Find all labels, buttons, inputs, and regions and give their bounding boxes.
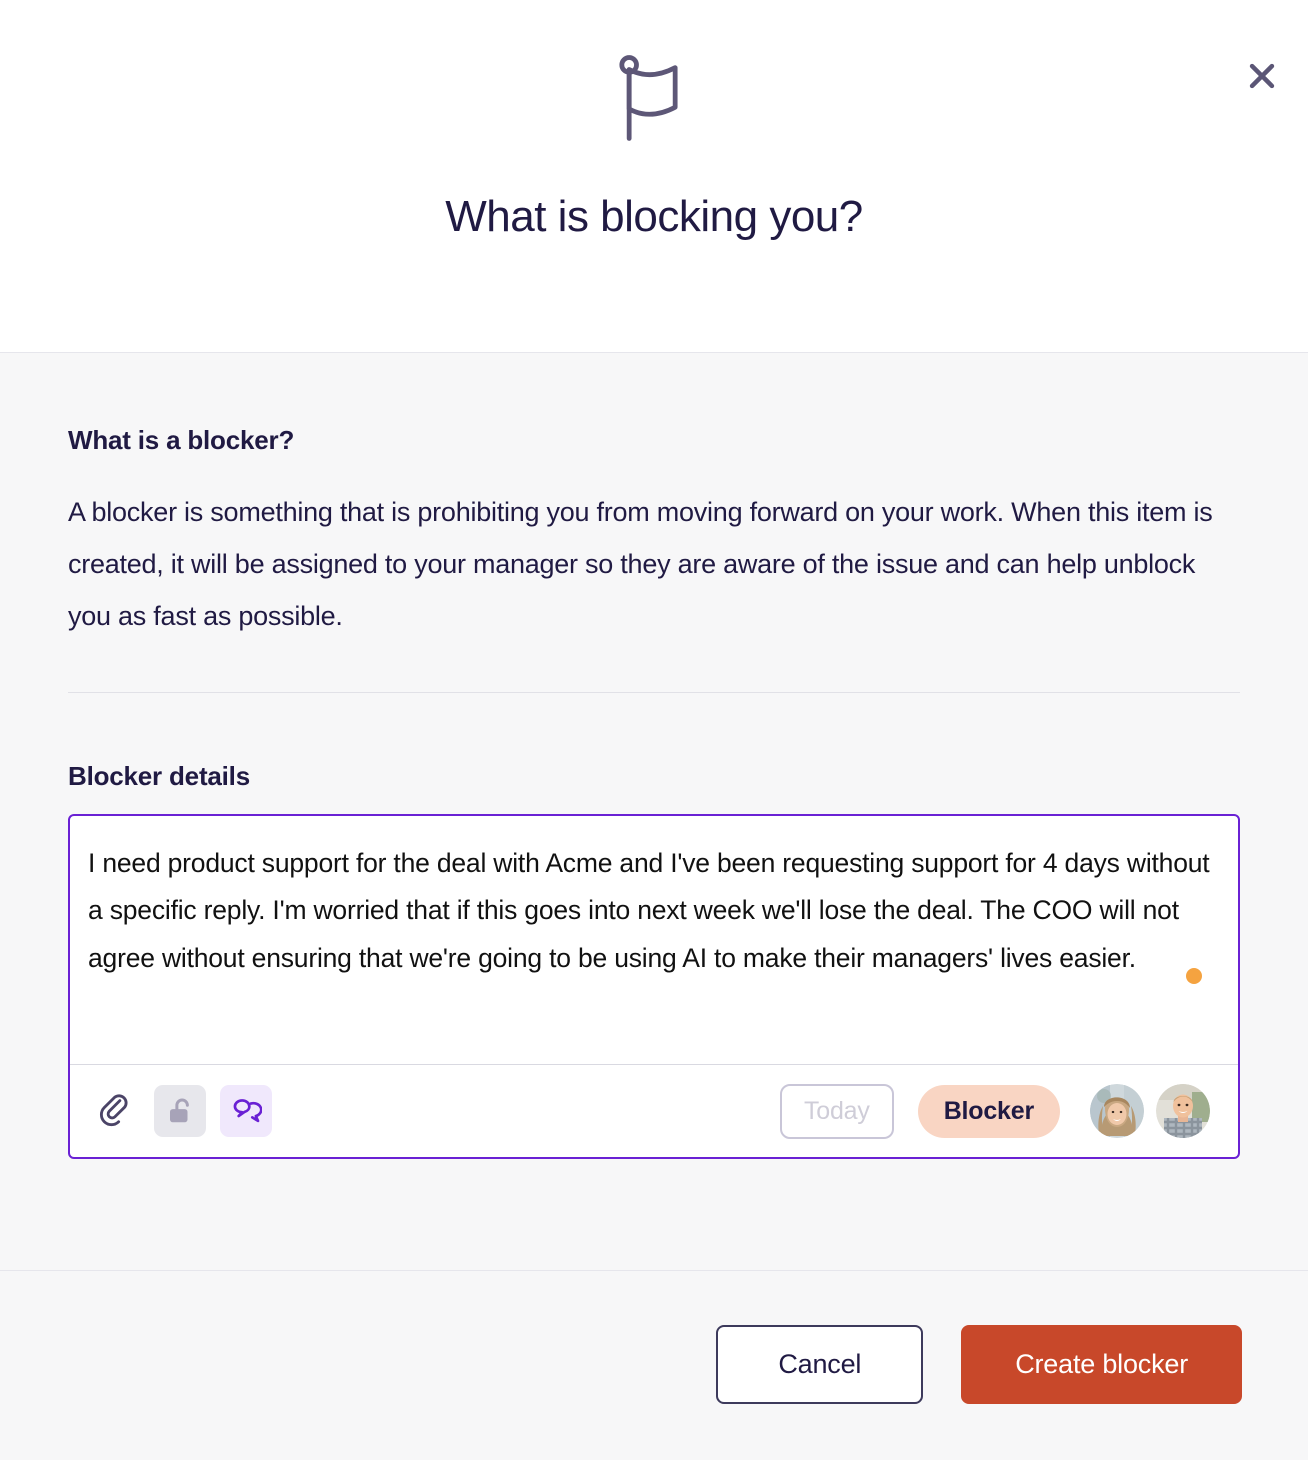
blocker-details-text: I need product support for the deal with… xyxy=(88,848,1210,973)
paperclip-icon[interactable] xyxy=(88,1085,140,1137)
close-icon[interactable] xyxy=(1238,52,1286,100)
editor-toolbar-right: Today Blocker xyxy=(779,1083,1210,1139)
speech-bubbles-icon[interactable] xyxy=(220,1085,272,1138)
status-dot xyxy=(1186,968,1202,985)
divider xyxy=(68,692,1240,694)
avatar-woman[interactable] xyxy=(1090,1084,1144,1139)
page-title: What is blocking you? xyxy=(445,192,863,241)
blocker-details-editor[interactable]: I need product support for the deal with… xyxy=(68,814,1240,1160)
editor-toolbar-left xyxy=(88,1085,272,1138)
modal-header: What is blocking you? xyxy=(0,0,1308,353)
assignee-avatars xyxy=(1090,1084,1210,1139)
blocker-modal: What is blocking you? What is a blocker?… xyxy=(0,0,1308,1460)
type-pill-blocker[interactable]: Blocker xyxy=(917,1084,1060,1138)
date-picker-button[interactable]: Today xyxy=(779,1083,894,1139)
blocker-details-label: Blocker details xyxy=(68,761,250,792)
blocker-details-input[interactable]: I need product support for the deal with… xyxy=(70,816,1238,1064)
modal-footer: Cancel Create blocker xyxy=(0,1270,1308,1460)
editor-toolbar: Today Blocker xyxy=(70,1064,1238,1157)
flag-icon xyxy=(0,0,1308,144)
unlocked-padlock-icon[interactable] xyxy=(154,1085,206,1138)
section-heading: What is a blocker? xyxy=(68,425,295,455)
cancel-button[interactable]: Cancel xyxy=(716,1325,924,1404)
create-blocker-button[interactable]: Create blocker xyxy=(961,1325,1242,1404)
modal-body: What is a blocker? A blocker is somethin… xyxy=(0,353,1308,1270)
section-paragraph: A blocker is something that is prohibiti… xyxy=(68,497,1213,632)
avatar-man[interactable] xyxy=(1156,1084,1210,1139)
